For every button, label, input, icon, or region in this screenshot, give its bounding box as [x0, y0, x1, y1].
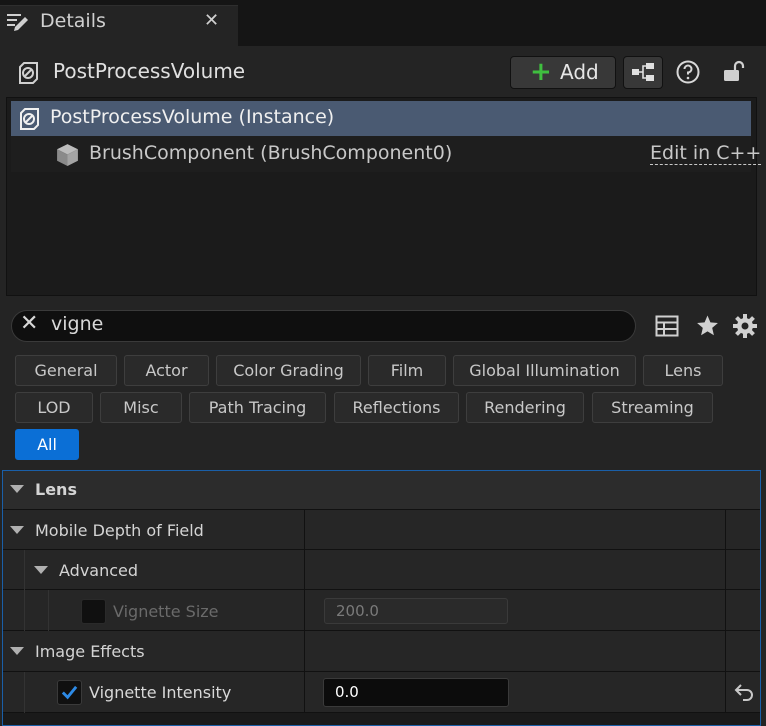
filter-streaming[interactable]: Streaming	[592, 392, 713, 423]
plus-icon: +	[530, 57, 552, 87]
indent-guide	[24, 590, 25, 631]
filter-global-illumination[interactable]: Global Illumination	[453, 355, 636, 386]
filter-lod[interactable]: LOD	[15, 392, 93, 423]
vignette-size-field[interactable]: 200.0	[324, 598, 508, 624]
add-button-label: Add	[560, 60, 599, 84]
table-view-icon[interactable]	[655, 315, 679, 337]
component-label: BrushComponent (BrushComponent0)	[89, 142, 453, 164]
filter-reflections[interactable]: Reflections	[334, 392, 459, 423]
property-label: Vignette Intensity	[89, 683, 232, 702]
column-divider[interactable]	[304, 510, 305, 713]
filter-color-grading[interactable]: Color Grading	[216, 355, 361, 386]
filter-lens[interactable]: Lens	[643, 355, 723, 386]
help-icon[interactable]	[675, 59, 701, 85]
group-label: Image Effects	[35, 642, 145, 661]
filter-all[interactable]: All	[15, 429, 79, 460]
vignette-size-override-checkbox[interactable]	[81, 599, 106, 624]
vignette-intensity-field[interactable]: 0.0	[323, 678, 509, 707]
details-tab[interactable]	[0, 5, 238, 46]
component-label: PostProcessVolume (Instance)	[50, 106, 335, 128]
column-divider	[725, 510, 726, 713]
star-icon[interactable]	[695, 314, 720, 338]
actor-name: PostProcessVolume	[53, 59, 246, 83]
close-icon[interactable]: ✕	[204, 10, 219, 31]
pencil-icon	[7, 14, 28, 31]
filter-rendering[interactable]: Rendering	[466, 392, 584, 423]
edit-in-cpp-link[interactable]: Edit in C++	[650, 142, 762, 165]
indent-guide	[48, 590, 49, 631]
indent-guide	[24, 672, 25, 713]
hierarchy-icon	[632, 63, 654, 81]
collapse-arrow-icon[interactable]	[10, 485, 24, 493]
unlock-icon[interactable]	[721, 58, 747, 84]
search-value: vigne	[51, 313, 104, 335]
collapse-arrow-icon[interactable]	[34, 566, 48, 574]
clear-search-icon[interactable]: ✕	[20, 311, 38, 336]
search-input[interactable]	[11, 310, 636, 342]
post-process-volume-icon	[20, 108, 39, 130]
checkmark-icon	[61, 685, 78, 700]
reset-to-default-icon[interactable]	[734, 683, 754, 701]
filter-path-tracing[interactable]: Path Tracing	[189, 392, 326, 423]
indent-guide	[24, 550, 25, 590]
vignette-intensity-override-checkbox[interactable]	[57, 680, 82, 705]
property-label: Vignette Size	[113, 602, 219, 621]
filter-film[interactable]: Film	[368, 355, 446, 386]
group-label: Mobile Depth of Field	[35, 521, 204, 540]
collapse-arrow-icon[interactable]	[10, 526, 24, 534]
tab-title: Details	[40, 10, 106, 32]
post-process-volume-icon	[19, 62, 38, 84]
filter-actor[interactable]: Actor	[124, 355, 209, 386]
gear-icon[interactable]	[732, 313, 758, 339]
cube-icon	[57, 144, 78, 166]
collapse-arrow-icon[interactable]	[10, 647, 24, 655]
category-lens[interactable]	[3, 471, 760, 510]
filter-general[interactable]: General	[15, 355, 117, 386]
filter-misc[interactable]: Misc	[100, 392, 182, 423]
group-label: Advanced	[59, 561, 139, 580]
category-label: Lens	[35, 480, 77, 499]
